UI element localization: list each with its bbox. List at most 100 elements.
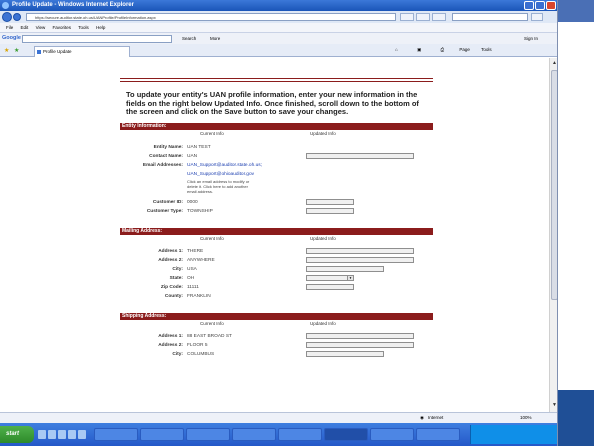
- quicklaunch-ie-icon[interactable]: [38, 430, 46, 439]
- page-scrollbar[interactable]: ▲ ▼: [549, 58, 557, 412]
- customer-id-value: 0000: [187, 199, 198, 205]
- contact-name-label: Contact Name:: [149, 153, 183, 159]
- taskbar-item[interactable]: [140, 428, 184, 441]
- quicklaunch-desktop-icon[interactable]: [48, 430, 56, 439]
- mailing-city-field[interactable]: [306, 266, 384, 272]
- row-shipping-city: City: COLUMBUS: [120, 350, 433, 359]
- email-note-text: Click an email address to modify or dele…: [187, 178, 250, 194]
- shipping-address2-value: FLOOR 5: [187, 342, 208, 348]
- favorites-star-icon[interactable]: ★: [4, 47, 9, 54]
- taskbar-item[interactable]: [278, 428, 322, 441]
- menu-help[interactable]: Help: [96, 25, 105, 30]
- customer-id-field[interactable]: [306, 199, 354, 205]
- quicklaunch-excel-icon[interactable]: [78, 430, 86, 439]
- row-mailing-address1: Address 1: THERE: [120, 247, 433, 256]
- mailing-county-value: FRANKLIN: [187, 293, 211, 299]
- chevron-down-icon[interactable]: ▼: [347, 276, 353, 280]
- shipping-address2-field[interactable]: [306, 342, 414, 348]
- menu-favorites[interactable]: Favorites: [53, 25, 72, 30]
- quicklaunch-outlook-icon[interactable]: [58, 430, 66, 439]
- taskbar-item[interactable]: [94, 428, 138, 441]
- live-search-input[interactable]: [452, 13, 528, 21]
- shipping-address2-label: Address 2:: [158, 342, 183, 348]
- mailing-address2-value: ANYWHERE: [187, 257, 215, 263]
- google-search-input[interactable]: [22, 35, 172, 43]
- section-shipping-header: Shipping Address:: [120, 312, 433, 320]
- menu-tools[interactable]: Tools: [78, 25, 89, 30]
- email-note: Click an email address to modify or dele…: [120, 178, 433, 198]
- page-menu[interactable]: Page: [459, 47, 470, 52]
- customer-type-field[interactable]: [306, 208, 354, 214]
- quicklaunch-word-icon[interactable]: [68, 430, 76, 439]
- start-button[interactable]: start: [0, 426, 34, 443]
- mailing-state-label: State:: [169, 275, 183, 281]
- menu-file[interactable]: File: [6, 25, 13, 30]
- add-favorites-icon[interactable]: ★: [14, 47, 19, 54]
- shipping-column-headers: Current Info Updated Info: [120, 320, 433, 328]
- row-mailing-county: County: FRANKLIN: [120, 292, 433, 301]
- menu-view[interactable]: View: [36, 25, 46, 30]
- mailing-column-headers: Current Info Updated Info: [120, 235, 433, 243]
- google-more-button[interactable]: More: [210, 35, 220, 43]
- feeds-icon[interactable]: ▣: [417, 47, 421, 52]
- shipping-address1-value: 88 EAST BROAD ST: [187, 333, 232, 339]
- taskbar-item[interactable]: [370, 428, 414, 441]
- google-signin-button[interactable]: Sign In: [524, 35, 538, 43]
- row-mailing-zip: Zip Code: 11111: [120, 283, 433, 292]
- refresh-icon[interactable]: [416, 13, 430, 21]
- google-search-button[interactable]: Search: [182, 35, 196, 43]
- close-button[interactable]: [546, 1, 556, 10]
- menu-bar: File Edit View Favorites Tools Help: [0, 23, 557, 32]
- google-toolbar: Google Search More Sign In: [0, 32, 557, 44]
- shipping-col-current: Current Info: [200, 320, 224, 326]
- mailing-address1-field[interactable]: [306, 248, 414, 254]
- row-mailing-address2: Address 2: ANYWHERE: [120, 256, 433, 265]
- column-headers: Current Info Updated Info: [120, 130, 433, 138]
- contact-name-field[interactable]: [306, 153, 414, 159]
- row-email-2: UAN_Support@ohioauditor.gov: [120, 170, 433, 178]
- mailing-zip-field[interactable]: [306, 284, 354, 290]
- status-bar: ◉ Internet 100%: [0, 412, 557, 423]
- print-icon[interactable]: ⎙: [441, 47, 445, 52]
- shipping-city-field[interactable]: [306, 351, 384, 357]
- email-link-1[interactable]: UAN_Support@auditor.state.oh.us;: [187, 161, 262, 170]
- tab-profile-update[interactable]: Profile Update: [34, 46, 130, 57]
- taskbar-item[interactable]: [416, 428, 460, 441]
- mailing-col-current: Current Info: [200, 235, 224, 241]
- forward-button[interactable]: [13, 13, 21, 21]
- back-button[interactable]: [2, 12, 12, 22]
- scroll-up-icon[interactable]: ▲: [551, 60, 557, 67]
- title-bar: Profile Update - Windows Internet Explor…: [0, 0, 557, 11]
- shipping-city-label: City:: [172, 351, 183, 357]
- mailing-zip-label: Zip Code:: [160, 284, 183, 290]
- shipping-address1-field[interactable]: [306, 333, 414, 339]
- email-label: Email Addresses:: [142, 162, 183, 168]
- row-email: Email Addresses: UAN_Support@auditor.sta…: [120, 161, 433, 170]
- mailing-address1-value: THERE: [187, 248, 204, 254]
- system-tray: [470, 425, 557, 444]
- slide-screen: Profile Update - Windows Internet Explor…: [0, 0, 594, 446]
- customer-type-label: Customer Type:: [146, 208, 183, 214]
- taskbar-item-active[interactable]: [324, 428, 368, 441]
- minimize-button[interactable]: [524, 1, 534, 10]
- intro-text: To update your entity's UAN profile info…: [126, 90, 419, 116]
- maximize-button[interactable]: [535, 1, 545, 10]
- taskbar-item[interactable]: [232, 428, 276, 441]
- shipping-address1-label: Address 1:: [158, 333, 183, 339]
- home-icon[interactable]: ⌂: [395, 47, 398, 52]
- menu-edit[interactable]: Edit: [21, 25, 29, 30]
- scroll-down-icon[interactable]: ▼: [551, 402, 557, 409]
- stop-icon[interactable]: [432, 13, 446, 21]
- zoom-level[interactable]: 100%: [520, 413, 532, 423]
- row-mailing-state: State: OH ▼: [120, 274, 433, 283]
- taskbar-item[interactable]: [186, 428, 230, 441]
- mailing-state-select[interactable]: ▼: [306, 275, 354, 281]
- scroll-thumb[interactable]: [551, 70, 557, 300]
- mailing-address2-field[interactable]: [306, 257, 414, 263]
- url-input[interactable]: https://secure.auditor.state.oh.us/UANPr…: [26, 13, 396, 21]
- mailing-address1-label: Address 1:: [158, 248, 183, 254]
- search-go-icon[interactable]: [531, 13, 543, 21]
- lock-icon[interactable]: [400, 13, 414, 21]
- slide-accent-top: [555, 0, 594, 22]
- tools-menu[interactable]: Tools: [481, 47, 492, 52]
